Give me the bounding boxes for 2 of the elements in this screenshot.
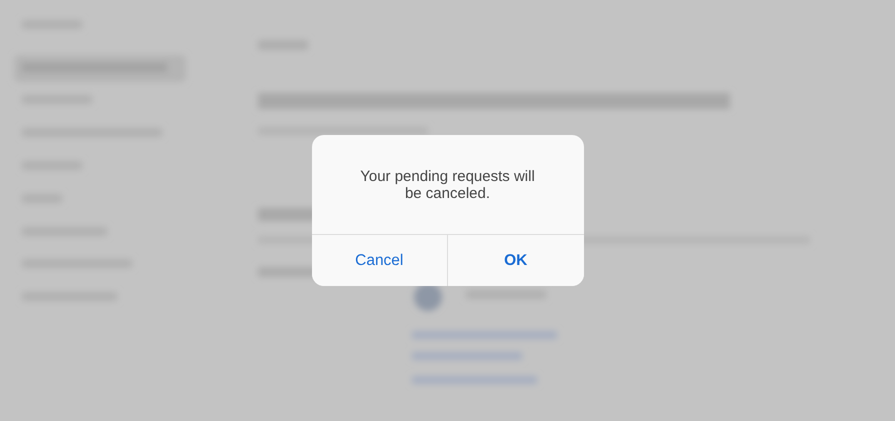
ok-button[interactable]: OK <box>447 235 584 286</box>
dialog-message: Your pending requests will be canceled. <box>359 168 536 202</box>
